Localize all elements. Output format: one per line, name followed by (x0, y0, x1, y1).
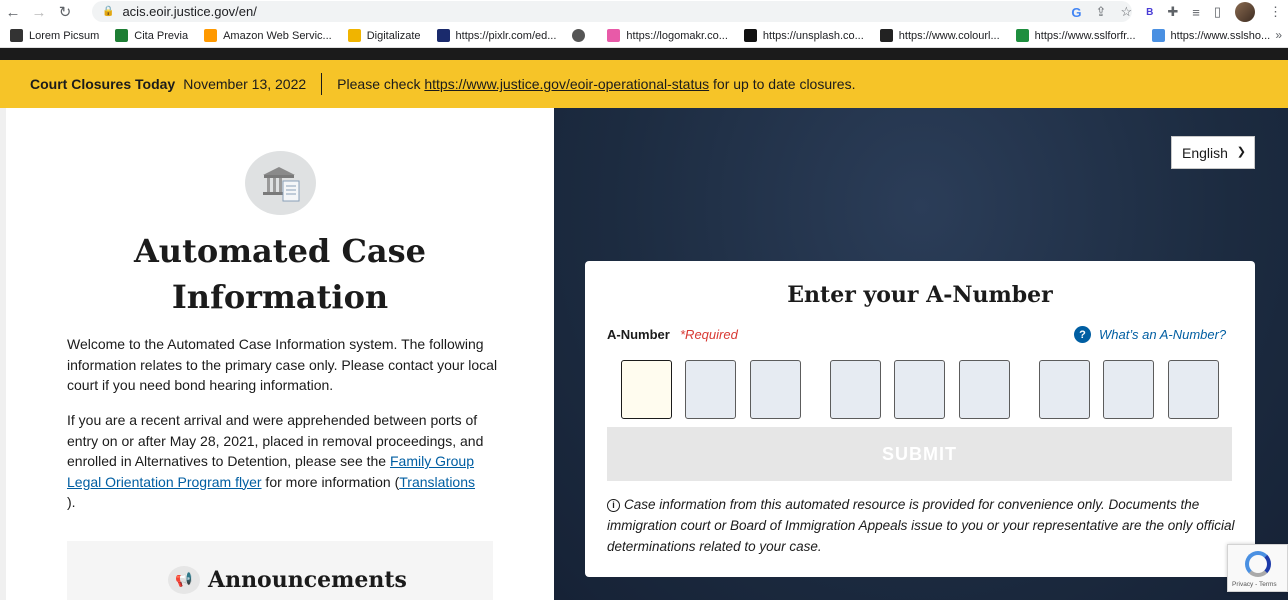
bookmark-item[interactable] (572, 29, 591, 42)
bookmark-label: https://pixlr.com/ed... (455, 29, 557, 42)
help-text: What’s an A-Number? (1099, 327, 1227, 342)
forward-icon[interactable]: → (26, 1, 52, 23)
avatar[interactable] (1235, 2, 1255, 22)
back-icon[interactable]: ← (0, 1, 26, 23)
share-icon[interactable]: ⇪ (1096, 4, 1107, 20)
bookmark-label: https://www.sslsho... (1170, 29, 1271, 42)
a-number-digit-1[interactable] (621, 360, 672, 419)
bookmark-favicon-icon (607, 29, 621, 42)
a-number-digit-8[interactable] (1103, 360, 1154, 419)
alert-title: Court Closures Today (30, 76, 176, 92)
megaphone-icon: 📢 (168, 566, 200, 594)
lock-icon: 🔒 (102, 6, 115, 17)
bookmark-item[interactable]: Amazon Web Servic... (204, 29, 332, 42)
star-icon[interactable]: ☆ (1120, 4, 1132, 20)
side-panel-icon[interactable]: ▯ (1214, 4, 1221, 20)
extensions-icon[interactable]: ✚ (1167, 4, 1178, 20)
a-number-digit-3[interactable] (750, 360, 801, 419)
chevron-down-icon: ❯ (1236, 146, 1246, 158)
url-text: acis.eoir.justice.gov/en/ (122, 4, 257, 19)
browser-toolbar: ← → ↻ 🔒 acis.eoir.justice.gov/en/ G ⇪ ☆ … (0, 0, 1288, 24)
announcements-heading: 📢 Announcements (168, 566, 407, 594)
bookmark-favicon-icon (1015, 29, 1029, 42)
bookmark-favicon-icon (10, 29, 23, 42)
submit-button[interactable]: SUBMIT (607, 427, 1232, 481)
google-icon[interactable]: G (1071, 5, 1081, 20)
operational-status-link[interactable]: https://www.justice.gov/eoir-operational… (424, 76, 709, 92)
alert-divider (321, 73, 323, 95)
alert-prefix: Please check (337, 76, 425, 92)
recaptcha-badge[interactable]: Privacy - Terms (1227, 544, 1288, 592)
welcome-text: Welcome to the Automated Case Informatio… (67, 336, 498, 393)
a-number-digit-2[interactable] (685, 360, 736, 419)
card-title: Enter your A-Number (787, 282, 1053, 308)
bookmark-favicon-icon (743, 29, 757, 42)
bookmarks-overflow-icon[interactable]: » (1275, 28, 1282, 42)
arrival-text-end: ). (67, 494, 76, 510)
bookmark-favicon-icon (204, 29, 218, 42)
left-gutter (0, 108, 6, 600)
bookmark-favicon-icon (115, 29, 129, 42)
bookmark-item[interactable]: https://www.sslforfr... (1015, 29, 1136, 42)
bookmark-favicon-icon (436, 29, 450, 42)
bookmark-favicon-icon (879, 29, 893, 42)
recaptcha-links[interactable]: Privacy - Terms (1232, 581, 1277, 588)
bookmark-label: Amazon Web Servic... (223, 29, 332, 42)
question-icon: ? (1074, 326, 1091, 343)
browser-actions: G ⇪ ☆ B ✚ ≡ ▯ ⋮ (1071, 1, 1282, 23)
bookmark-label: Cita Previa (134, 29, 189, 42)
bookmark-item[interactable]: Cita Previa (115, 29, 188, 42)
bookmark-label: Digitalizate (366, 29, 421, 42)
arrival-text-mid: for more information ( (261, 473, 400, 490)
alert-date: November 13, 2022 (183, 76, 307, 92)
bookmark-favicon-icon (572, 29, 586, 42)
announcements-title: Announcements (208, 567, 407, 593)
language-selected: English (1182, 144, 1228, 161)
what-is-a-number-link[interactable]: ? What’s an A-Number? (1074, 326, 1226, 343)
bookmark-label: Lorem Picsum (29, 29, 100, 42)
address-bar[interactable]: 🔒 acis.eoir.justice.gov/en/ (92, 1, 1132, 22)
extension-b-icon[interactable]: B (1146, 7, 1153, 18)
recaptcha-icon (1245, 551, 1271, 577)
a-number-digit-4[interactable] (830, 360, 881, 419)
page-title: Automated Case Information (133, 232, 427, 316)
disclaimer-text: i Case information from this automated re… (607, 494, 1237, 557)
bookmark-favicon-icon (347, 29, 361, 42)
bookmark-item[interactable]: https://www.colourl... (879, 29, 1000, 42)
court-closures-alert: Court Closures Today November 13, 2022 P… (0, 60, 1288, 108)
alert-suffix: for up to date closures. (709, 76, 856, 92)
arrival-text: If you are a recent arrival and were app… (67, 410, 499, 513)
a-number-digit-9[interactable] (1168, 360, 1219, 419)
bookmark-item[interactable]: https://www.sslsho... (1151, 29, 1271, 42)
a-number-digit-7[interactable] (1039, 360, 1090, 419)
site-header-strip (0, 48, 1288, 60)
bookmark-favicon-icon (1151, 29, 1165, 42)
bookmark-item[interactable]: Lorem Picsum (10, 29, 99, 42)
courthouse-icon (245, 151, 316, 215)
a-number-digit-5[interactable] (894, 360, 945, 419)
language-select[interactable]: English ❯ (1171, 136, 1255, 169)
translations-link[interactable]: Translations (399, 474, 475, 490)
bookmark-label: https://logomakr.co... (626, 29, 728, 42)
a-number-digit-6[interactable] (959, 360, 1010, 419)
bookmark-label: https://www.sslforfr... (1034, 29, 1136, 42)
a-number-label: A-Number (607, 327, 670, 342)
disclaimer-body: Case information from this automated res… (607, 497, 1235, 554)
bookmark-item[interactable]: https://logomakr.co... (607, 29, 728, 42)
reload-icon[interactable]: ↻ (52, 1, 78, 23)
menu-icon[interactable]: ⋮ (1269, 4, 1282, 20)
bookmark-item[interactable]: https://unsplash.co... (743, 29, 864, 42)
bookmark-label: https://unsplash.co... (762, 29, 864, 42)
bookmarks-bar: Lorem Picsum Cita Previa Amazon Web Servic… (0, 24, 1288, 48)
bookmark-item[interactable]: https://pixlr.com/ed... (436, 29, 557, 42)
required-indicator: *Required (680, 327, 738, 342)
info-icon: i (607, 499, 620, 512)
bookmark-item[interactable]: Digitalizate (347, 29, 421, 42)
bookmark-label: https://www.colourl... (898, 29, 1000, 42)
reading-list-icon[interactable]: ≡ (1192, 5, 1200, 20)
